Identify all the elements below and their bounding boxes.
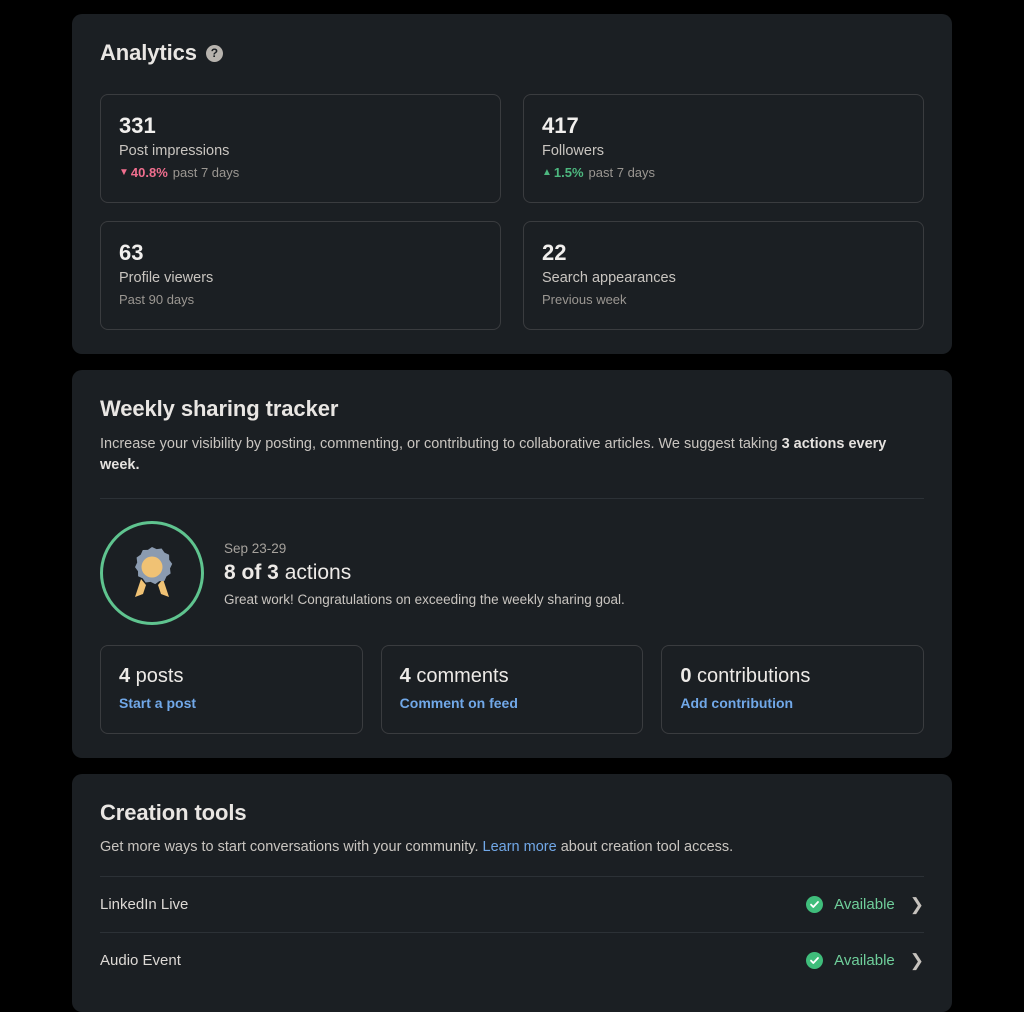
badge-message: Great work! Congratulations on exceeding… [224, 592, 625, 607]
stat-value: 417 [542, 113, 905, 139]
analytics-dashboard-page: Analytics ? 331 Post impressions ▼40.8% … [0, 0, 1024, 1006]
delta-value: 1.5% [554, 165, 584, 182]
stat-value: 331 [119, 113, 482, 139]
sub-period: past 7 days [173, 165, 240, 182]
status-badge: Available [834, 952, 895, 969]
tool-row-linkedin-live[interactable]: LinkedIn Live Available ❯ [100, 876, 924, 932]
action-count-unit: contributions [691, 665, 810, 687]
tracker-description: Increase your visibility by posting, com… [100, 434, 900, 476]
tool-status: Available ❯ [806, 952, 924, 969]
sub-period: Past 90 days [119, 292, 194, 309]
action-count: 0 contributions [680, 664, 905, 689]
badge-actions-count: 8 of 3 [224, 561, 279, 584]
stat-sub: ▼40.8% past 7 days [119, 165, 482, 182]
weekly-sharing-tracker-card: Weekly sharing tracker Increase your vis… [72, 370, 952, 758]
stat-label: Followers [542, 142, 905, 162]
stat-card-followers[interactable]: 417 Followers ▲1.5% past 7 days [523, 94, 924, 203]
comment-on-feed-link[interactable]: Comment on feed [400, 695, 518, 711]
action-count-number: 0 [680, 665, 691, 687]
tool-name: Audio Event [100, 952, 181, 969]
badge-date-range: Sep 23-29 [224, 541, 625, 556]
chevron-right-icon[interactable]: ❯ [910, 952, 924, 969]
tools-desc-text-2: about creation tool access. [557, 839, 734, 855]
stat-card-profile-viewers[interactable]: 63 Profile viewers Past 90 days [100, 221, 501, 330]
action-count: 4 comments [400, 664, 625, 689]
tracker-title: Weekly sharing tracker [100, 396, 924, 422]
delta-value: 40.8% [131, 165, 168, 182]
help-circle-icon[interactable]: ? [206, 45, 223, 62]
action-count-number: 4 [119, 665, 130, 687]
tool-name: LinkedIn Live [100, 896, 188, 913]
award-ribbon-icon [126, 545, 178, 601]
page-title: Analytics [100, 40, 197, 66]
stat-sub: Previous week [542, 292, 905, 309]
arrow-up-icon: ▲ [542, 168, 552, 178]
stat-value: 22 [542, 240, 905, 266]
action-grid: 4 posts Start a post 4 comments Comment … [100, 645, 924, 734]
check-circle-icon [806, 896, 823, 913]
sub-period: past 7 days [589, 165, 656, 182]
start-a-post-link[interactable]: Start a post [119, 695, 196, 711]
tool-status: Available ❯ [806, 896, 924, 913]
delta-indicator: ▲1.5% [542, 165, 584, 182]
stat-label: Search appearances [542, 269, 905, 289]
analytics-card: Analytics ? 331 Post impressions ▼40.8% … [72, 14, 952, 354]
action-card-posts[interactable]: 4 posts Start a post [100, 645, 363, 734]
badge-actions-unit: actions [279, 561, 351, 584]
sub-period: Previous week [542, 292, 627, 309]
badge-actions: 8 of 3 actions [224, 560, 625, 585]
badge-info: Sep 23-29 8 of 3 actions Great work! Con… [224, 539, 625, 607]
badge-row: Sep 23-29 8 of 3 actions Great work! Con… [100, 499, 924, 645]
tools-desc-text-1: Get more ways to start conversations wit… [100, 839, 483, 855]
stat-sub: Past 90 days [119, 292, 482, 309]
creation-tools-description: Get more ways to start conversations wit… [100, 837, 924, 858]
action-count-unit: comments [411, 665, 509, 687]
stat-value: 63 [119, 240, 482, 266]
action-card-contributions[interactable]: 0 contributions Add contribution [661, 645, 924, 734]
action-count: 4 posts [119, 664, 344, 689]
creation-tools-card: Creation tools Get more ways to start co… [72, 774, 952, 1012]
status-badge: Available [834, 896, 895, 913]
action-count-unit: posts [130, 665, 183, 687]
delta-indicator: ▼40.8% [119, 165, 168, 182]
stat-card-search-appearances[interactable]: 22 Search appearances Previous week [523, 221, 924, 330]
check-circle-icon [806, 952, 823, 969]
tool-row-audio-event[interactable]: Audio Event Available ❯ [100, 932, 924, 988]
stat-label: Profile viewers [119, 269, 482, 289]
action-count-number: 4 [400, 665, 411, 687]
analytics-header: Analytics ? [100, 40, 924, 66]
stat-sub: ▲1.5% past 7 days [542, 165, 905, 182]
add-contribution-link[interactable]: Add contribution [680, 695, 793, 711]
learn-more-link[interactable]: Learn more [483, 839, 557, 855]
chevron-right-icon[interactable]: ❯ [910, 896, 924, 913]
tracker-desc-text: Increase your visibility by posting, com… [100, 436, 782, 452]
action-card-comments[interactable]: 4 comments Comment on feed [381, 645, 644, 734]
stat-card-post-impressions[interactable]: 331 Post impressions ▼40.8% past 7 days [100, 94, 501, 203]
stats-grid: 331 Post impressions ▼40.8% past 7 days … [100, 94, 924, 330]
stat-label: Post impressions [119, 142, 482, 162]
arrow-down-icon: ▼ [119, 168, 129, 178]
badge-ring [100, 521, 204, 625]
creation-tools-title: Creation tools [100, 800, 924, 826]
